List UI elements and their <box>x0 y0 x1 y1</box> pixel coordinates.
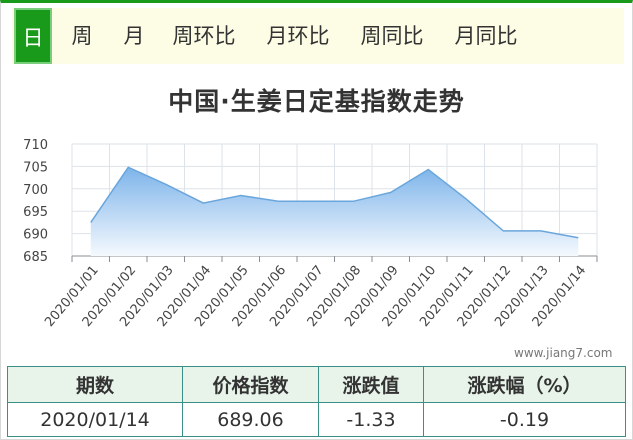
col-header-change-value: 涨跌值 <box>318 366 424 403</box>
site-watermark: www.jiang7.com <box>514 346 613 360</box>
col-header-period: 期数 <box>7 366 183 403</box>
index-trend-chart: 6856906957007057102020/01/012020/01/0220… <box>23 138 598 330</box>
y-tick-label: 695 <box>23 205 48 220</box>
table-header-row: 期数 价格指数 涨跌值 涨跌幅（%） <box>7 366 626 403</box>
cell-change-value: -1.33 <box>318 402 424 437</box>
y-tick-label: 705 <box>23 160 48 175</box>
y-tick-label: 690 <box>23 228 48 243</box>
col-header-change-pct: 涨跌幅（%） <box>423 366 626 403</box>
col-header-price-index: 价格指数 <box>182 366 319 403</box>
cell-price-index: 689.06 <box>182 402 319 437</box>
cell-period: 2020/01/14 <box>7 402 183 437</box>
cell-change-pct: -0.19 <box>423 402 626 437</box>
latest-index-table: 期数 价格指数 涨跌值 涨跌幅（%） 2020/01/14 689.06 -1.… <box>7 366 626 437</box>
y-tick-label: 700 <box>23 183 48 198</box>
table-row: 2020/01/14 689.06 -1.33 -0.19 <box>7 402 626 437</box>
y-tick-label: 710 <box>23 138 48 153</box>
y-tick-label: 685 <box>23 250 48 265</box>
